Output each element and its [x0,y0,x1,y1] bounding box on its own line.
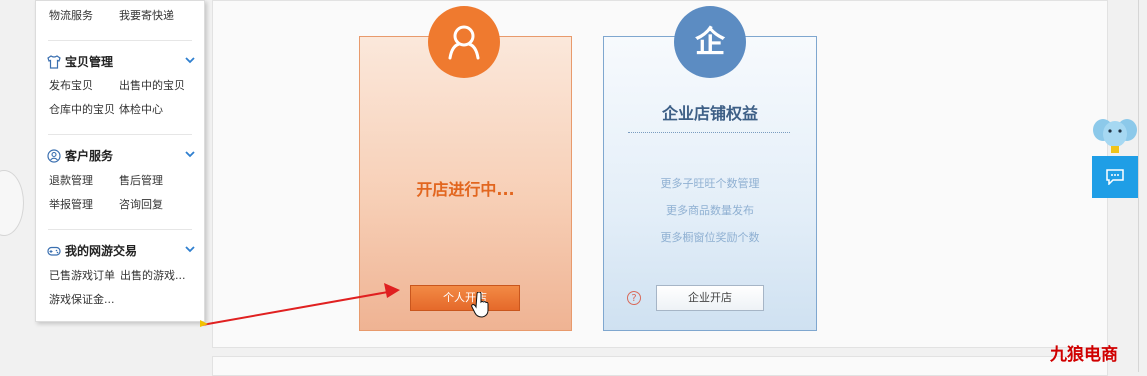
annotation-arrow [200,283,400,327]
watermark: 九狼电商 [1050,345,1118,365]
hand-cursor-icon [471,292,489,318]
